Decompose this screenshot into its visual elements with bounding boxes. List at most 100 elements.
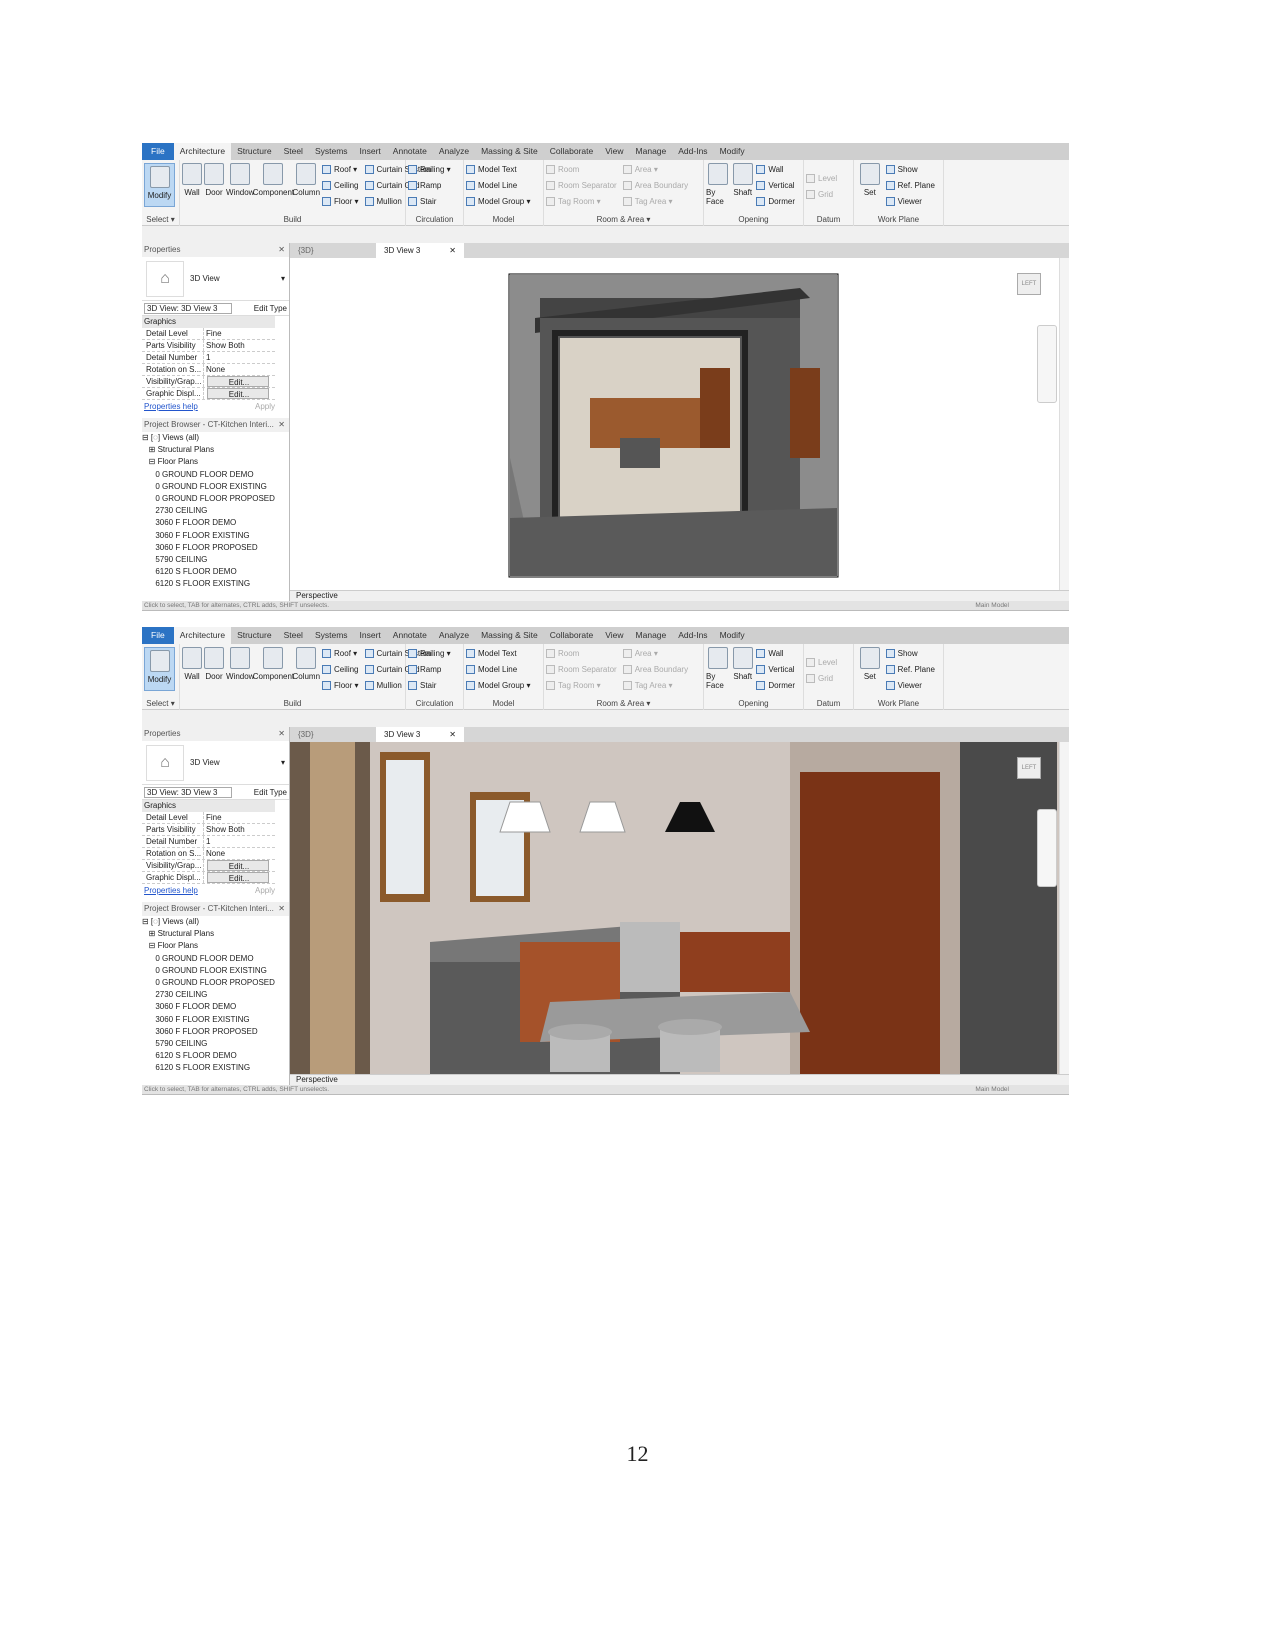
ribbon-tool[interactable]: Stair xyxy=(408,195,451,207)
ribbon-tool[interactable]: Model Line xyxy=(466,663,530,675)
ribbon-tool[interactable]: Ramp xyxy=(408,663,451,675)
ribbon-tab[interactable]: Add-Ins xyxy=(672,143,713,160)
close-icon[interactable]: ✕ xyxy=(278,243,285,257)
ribbon-tab[interactable]: Manage xyxy=(630,143,673,160)
properties-help-link[interactable]: Properties help xyxy=(144,402,198,412)
navigation-bar[interactable] xyxy=(1037,809,1057,887)
ribbon-tool[interactable]: Floor ▾ xyxy=(322,195,359,207)
view-render[interactable] xyxy=(290,258,1059,590)
ribbon-tool[interactable]: Grid xyxy=(806,188,837,200)
edit-type-button[interactable]: Edit Type xyxy=(254,788,287,797)
ribbon-tab[interactable]: Analyze xyxy=(433,627,475,644)
ribbon-tool[interactable]: Area Boundary xyxy=(622,663,688,675)
property-row[interactable]: Detail Level Fine xyxy=(142,328,275,340)
ribbon-tool[interactable]: Model Group ▾ xyxy=(466,679,530,691)
property-row[interactable]: Graphic Displ... Edit... xyxy=(142,872,275,884)
ribbon-tool[interactable]: Area Boundary xyxy=(622,179,688,191)
chevron-down-icon[interactable]: ▾ xyxy=(281,758,285,767)
browser-item[interactable]: 0 GROUND FLOOR PROPOSED xyxy=(142,493,275,505)
browser-item[interactable]: 3060 F FLOOR DEMO xyxy=(142,1001,275,1013)
ribbon-tab[interactable]: File xyxy=(142,143,174,160)
ribbon-tab[interactable]: Insert xyxy=(354,627,387,644)
ribbon-tool[interactable]: Viewer xyxy=(885,679,935,691)
properties-help-link[interactable]: Properties help xyxy=(144,886,198,896)
ribbon-tab[interactable]: Manage xyxy=(630,627,673,644)
browser-item[interactable]: 3060 F FLOOR DEMO xyxy=(142,517,275,529)
ribbon-tool[interactable]: Area ▾ xyxy=(622,647,688,659)
ribbon-tab[interactable]: View xyxy=(599,143,629,160)
property-row[interactable]: Rotation on S... None xyxy=(142,848,275,860)
tab-3d[interactable]: {3D} xyxy=(290,727,376,742)
ribbon-tool[interactable]: Show xyxy=(885,647,935,659)
ribbon-tab[interactable]: Structure xyxy=(231,143,278,160)
property-row[interactable]: Visibility/Grap... Edit... xyxy=(142,860,275,872)
ribbon-tool[interactable]: Ref. Plane xyxy=(885,663,935,675)
ribbon-tool[interactable]: Dormer xyxy=(756,195,795,207)
ribbon-tool[interactable]: Area ▾ xyxy=(622,163,688,175)
ribbon-tab[interactable]: Systems xyxy=(309,627,354,644)
ribbon-tab[interactable]: Annotate xyxy=(387,627,433,644)
view-render[interactable] xyxy=(290,742,1059,1074)
vertical-scrollbar[interactable] xyxy=(1059,258,1069,590)
property-row[interactable]: Rotation on S... None xyxy=(142,364,275,376)
ribbon-tool[interactable]: Floor ▾ xyxy=(322,679,359,691)
ribbon-tool[interactable]: Tag Room ▾ xyxy=(546,195,617,207)
ribbon-tool[interactable]: Model Text xyxy=(466,163,530,175)
ribbon-tool[interactable]: Level xyxy=(806,656,837,668)
browser-item[interactable]: ⊟ [◌] Views (all) xyxy=(142,916,275,928)
ribbon-tool[interactable]: Wall xyxy=(756,647,795,659)
ribbon-tab[interactable]: Insert xyxy=(354,143,387,160)
browser-item[interactable]: ⊟ [◌] Views (all) xyxy=(142,432,275,444)
browser-item[interactable]: 6120 S FLOOR EXISTING xyxy=(142,578,275,590)
ribbon-tool[interactable]: Ceiling xyxy=(322,663,359,675)
ribbon-tool[interactable]: Model Group ▾ xyxy=(466,195,530,207)
tab-3d[interactable]: {3D} xyxy=(290,243,376,258)
ribbon-tool[interactable]: Roof ▾ xyxy=(322,647,358,659)
close-icon[interactable]: ✕ xyxy=(278,902,285,916)
ribbon-tab[interactable]: Steel xyxy=(278,627,309,644)
ribbon-tool[interactable]: Wall xyxy=(756,163,795,175)
browser-item[interactable]: 6120 S FLOOR DEMO xyxy=(142,566,275,578)
browser-item[interactable]: 6120 S FLOOR EXISTING xyxy=(142,1062,275,1074)
browser-item[interactable]: 0 GROUND FLOOR PROPOSED xyxy=(142,977,275,989)
browser-item[interactable]: ⊞ Structural Plans xyxy=(142,444,275,456)
browser-item[interactable]: 5790 CEILING xyxy=(142,1038,275,1050)
ribbon-tab[interactable]: File xyxy=(142,627,174,644)
ribbon-tab[interactable]: Architecture xyxy=(173,143,232,160)
property-row[interactable]: Parts Visibility Show Both xyxy=(142,824,275,836)
ribbon-tool[interactable]: Roof ▾ xyxy=(322,163,358,175)
ribbon-tool[interactable]: Dormer xyxy=(756,679,795,691)
property-row[interactable]: Graphic Displ... Edit... xyxy=(142,388,275,400)
chevron-down-icon[interactable]: ▾ xyxy=(281,274,285,283)
ribbon-tab[interactable]: Modify xyxy=(714,627,751,644)
browser-item[interactable]: 0 GROUND FLOOR EXISTING xyxy=(142,481,275,493)
browser-item[interactable]: ⊞ Structural Plans xyxy=(142,928,275,940)
ribbon-tool[interactable]: Room xyxy=(546,163,617,175)
view-canvas[interactable] xyxy=(290,742,1059,1074)
property-row[interactable]: Parts Visibility Show Both xyxy=(142,340,275,352)
ribbon-tool[interactable]: Tag Area ▾ xyxy=(622,679,688,691)
ribbon-tool[interactable]: Model Line xyxy=(466,179,530,191)
ribbon-big-button[interactable]: Modify xyxy=(144,647,175,691)
browser-item[interactable]: 5790 CEILING xyxy=(142,554,275,566)
property-row[interactable]: Detail Level Fine xyxy=(142,812,275,824)
view-selector[interactable]: 3D View: 3D View 3 xyxy=(144,302,232,314)
ribbon-tool[interactable]: Room xyxy=(546,647,617,659)
ribbon-tab[interactable]: Systems xyxy=(309,143,354,160)
close-icon[interactable]: ✕ xyxy=(449,243,456,258)
ribbon-tool[interactable]: Room Separator xyxy=(546,179,617,191)
ribbon-tool[interactable]: Grid xyxy=(806,672,837,684)
apply-button[interactable]: Apply xyxy=(255,402,275,412)
browser-item[interactable]: 3060 F FLOOR EXISTING xyxy=(142,530,275,542)
viewcube[interactable]: LEFT xyxy=(1017,757,1041,779)
ribbon-tool[interactable]: Ref. Plane xyxy=(885,179,935,191)
ribbon-tab[interactable]: Modify xyxy=(714,143,751,160)
ribbon-tool[interactable]: Level xyxy=(806,172,837,184)
ribbon-tool[interactable]: Vertical xyxy=(756,179,795,191)
ribbon-tool[interactable]: Vertical xyxy=(756,663,795,675)
ribbon-big-button[interactable]: Modify xyxy=(144,163,175,207)
edit-type-button[interactable]: Edit Type xyxy=(254,304,287,313)
viewcube[interactable]: LEFT xyxy=(1017,273,1041,295)
ribbon-tool[interactable]: Tag Area ▾ xyxy=(622,195,688,207)
browser-item[interactable]: 3060 F FLOOR PROPOSED xyxy=(142,542,275,554)
